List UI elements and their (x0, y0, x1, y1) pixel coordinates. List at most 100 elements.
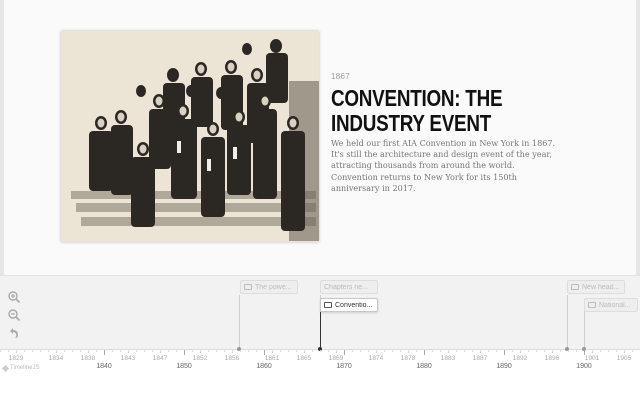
image-icon (324, 302, 332, 308)
axis-subtick (488, 350, 489, 352)
axis-subtick (200, 350, 201, 352)
axis-subtick (368, 350, 369, 352)
axis-major-label: 1900 (576, 363, 592, 370)
axis-subtick (560, 350, 561, 352)
axis-subtick (496, 350, 497, 352)
axis-subtick (440, 350, 441, 352)
axis-subtick (288, 350, 289, 352)
axis-subtick (232, 350, 233, 352)
axis-subtick (456, 350, 457, 352)
axis-major-tick (424, 350, 425, 355)
axis-subtick (8, 350, 9, 352)
timeline-navigation: The powe... Chapters ne... Conventio... … (0, 275, 640, 400)
axis-subtick (256, 350, 257, 352)
axis-subtick (616, 350, 617, 352)
zoom-out-icon[interactable] (7, 308, 21, 322)
image-icon (588, 302, 596, 308)
axis-tick-label: 1861 (264, 355, 280, 362)
axis-subtick (224, 350, 225, 352)
axis-major-label: 1840 (96, 363, 112, 370)
axis-subtick (360, 350, 361, 352)
axis-major-tick (344, 350, 345, 355)
brand-credit[interactable]: TimelineJS (1, 364, 40, 372)
axis-subtick (64, 350, 65, 352)
axis-subtick (400, 350, 401, 352)
axis-major-tick (104, 350, 105, 355)
axis-major-tick (264, 350, 265, 355)
timeline-marker[interactable]: National... (584, 298, 638, 312)
axis-subtick (432, 350, 433, 352)
marker-line-active (320, 312, 321, 349)
axis-subtick (40, 350, 41, 352)
slide-description: We held our first AIA Convention in New … (331, 138, 571, 194)
axis-major-tick (184, 350, 185, 355)
timeline-marker[interactable]: The powe... (240, 280, 298, 294)
axis-subtick (128, 350, 129, 352)
description-line: anniversary in 2017. (331, 182, 416, 193)
marker-line (239, 295, 240, 349)
axis-tick-label: 1901 (584, 355, 600, 362)
brand-label: TimelineJS (10, 365, 40, 371)
timeline-marker[interactable]: Chapters ne... (320, 280, 378, 294)
axis-subtick (544, 350, 545, 352)
axis-major-label: 1880 (416, 363, 432, 370)
back-to-start-icon[interactable] (7, 326, 21, 340)
previous-slide-edge[interactable] (0, 0, 4, 275)
axis-major-label: 1860 (256, 363, 272, 370)
timeline-marker[interactable]: New head... (567, 280, 625, 294)
axis-subtick (512, 350, 513, 352)
axis-subtick (552, 350, 553, 352)
headline-line: INDUSTRY EVENT (331, 110, 492, 136)
axis-subtick (136, 350, 137, 352)
slide-headline: CONVENTION: THE INDUSTRY EVENT (331, 86, 544, 136)
timeline-marker-active[interactable]: Conventio... (320, 298, 378, 312)
axis-subtick (168, 350, 169, 352)
axis-subtick (592, 350, 593, 352)
axis-subtick (632, 350, 633, 352)
axis-subtick (112, 350, 113, 352)
axis-subtick (176, 350, 177, 352)
axis-subtick (272, 350, 273, 352)
axis-subtick (376, 350, 377, 352)
axis-subtick (320, 350, 321, 352)
axis-subtick (16, 350, 17, 352)
axis-subtick (392, 350, 393, 352)
axis-tick-label: 1829 (8, 355, 24, 362)
axis-subtick (312, 350, 313, 352)
marker-label: Chapters ne... (324, 283, 368, 291)
marker-line (567, 295, 568, 349)
time-axis[interactable]: 1829 1834 1838 1843 1847 1852 1856 1861 1865 1869… (0, 347, 640, 400)
axis-subtick (416, 350, 417, 352)
axis-major-tick (584, 350, 585, 355)
axis-subtick (296, 350, 297, 352)
next-slide-edge[interactable] (636, 0, 640, 275)
axis-subtick (216, 350, 217, 352)
axis-tick-label: 1847 (152, 355, 168, 362)
axis-subtick (24, 350, 25, 352)
axis-subtick (568, 350, 569, 352)
axis-subtick (520, 350, 521, 352)
axis-subtick (384, 350, 385, 352)
axis-major-label: 1870 (336, 363, 352, 370)
marker-label: The powe... (255, 283, 292, 291)
axis-subtick (0, 350, 1, 352)
axis-subtick (480, 350, 481, 352)
description-line: It's still the architecture and design e… (331, 149, 552, 160)
axis-major-label: 1850 (176, 363, 192, 370)
group-photo-image (61, 31, 319, 242)
axis-tick-label: 1856 (224, 355, 240, 362)
axis-tick-label: 1887 (472, 355, 488, 362)
axis-subtick (56, 350, 57, 352)
axis-subtick (88, 350, 89, 352)
axis-tick-label: 1869 (328, 355, 344, 362)
axis-subtick (600, 350, 601, 352)
axis-subtick (464, 350, 465, 352)
axis-subtick (152, 350, 153, 352)
zoom-in-icon[interactable] (7, 290, 21, 304)
image-icon (571, 284, 579, 290)
axis-subtick (160, 350, 161, 352)
axis-subtick (240, 350, 241, 352)
axis-tick-label: 1865 (296, 355, 312, 362)
axis-tick-label: 1878 (400, 355, 416, 362)
axis-subtick (624, 350, 625, 352)
